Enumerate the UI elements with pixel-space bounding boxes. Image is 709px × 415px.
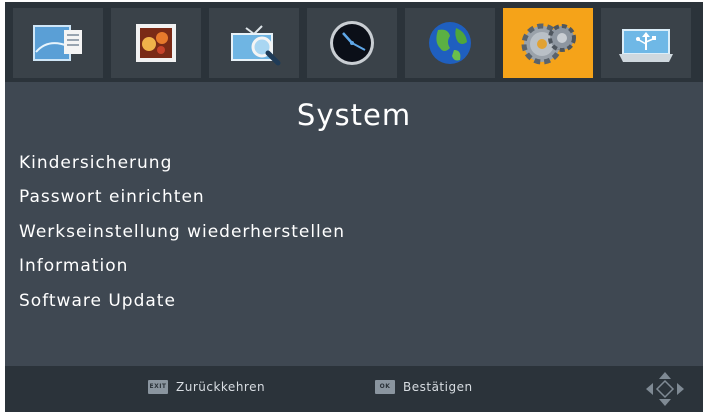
tab-photo-media[interactable] [111,8,201,78]
ok-hint-label: Bestätigen [403,380,473,394]
tab-usb[interactable] [601,8,691,78]
menu-item-information[interactable]: Information [19,249,345,283]
exit-key-icon: EXIT [148,380,168,394]
system-screen: System Kindersicherung Passwort einricht… [5,2,703,412]
tab-globe[interactable] [405,8,495,78]
tab-system-settings[interactable] [503,8,593,78]
display-settings-icon [33,25,82,61]
menu-item-software-update[interactable]: Software Update [19,284,345,318]
exit-hint-label: Zurückkehren [176,380,266,394]
menu-item-kindersicherung[interactable]: Kindersicherung [19,146,345,180]
tab-tv-search[interactable] [209,8,299,78]
exit-hint[interactable]: EXIT Zurückkehren [148,380,265,394]
tv-search-icon [231,25,281,66]
usb-icon [619,29,673,62]
footer-bar: EXIT Zurückkehren OK Bestätigen [5,366,703,412]
ok-hint[interactable]: OK Bestätigen [375,380,473,394]
globe-icon [429,22,471,64]
system-menu-list: Kindersicherung Passwort einrichten Werk… [19,146,345,318]
gears-system-icon [521,23,576,65]
clock-icon [330,21,374,65]
tab-clock[interactable] [307,8,397,78]
photo-media-icon [136,24,176,62]
page-title: System [296,98,412,132]
direction-pad-icon [646,372,684,406]
menu-item-werkseinstellung[interactable]: Werkseinstellung wiederherstellen [19,215,345,249]
tab-display-settings[interactable] [13,8,103,78]
menu-item-passwort-einrichten[interactable]: Passwort einrichten [19,180,345,214]
main-menu-icon-bar [5,2,703,82]
ok-key-icon: OK [375,380,395,394]
